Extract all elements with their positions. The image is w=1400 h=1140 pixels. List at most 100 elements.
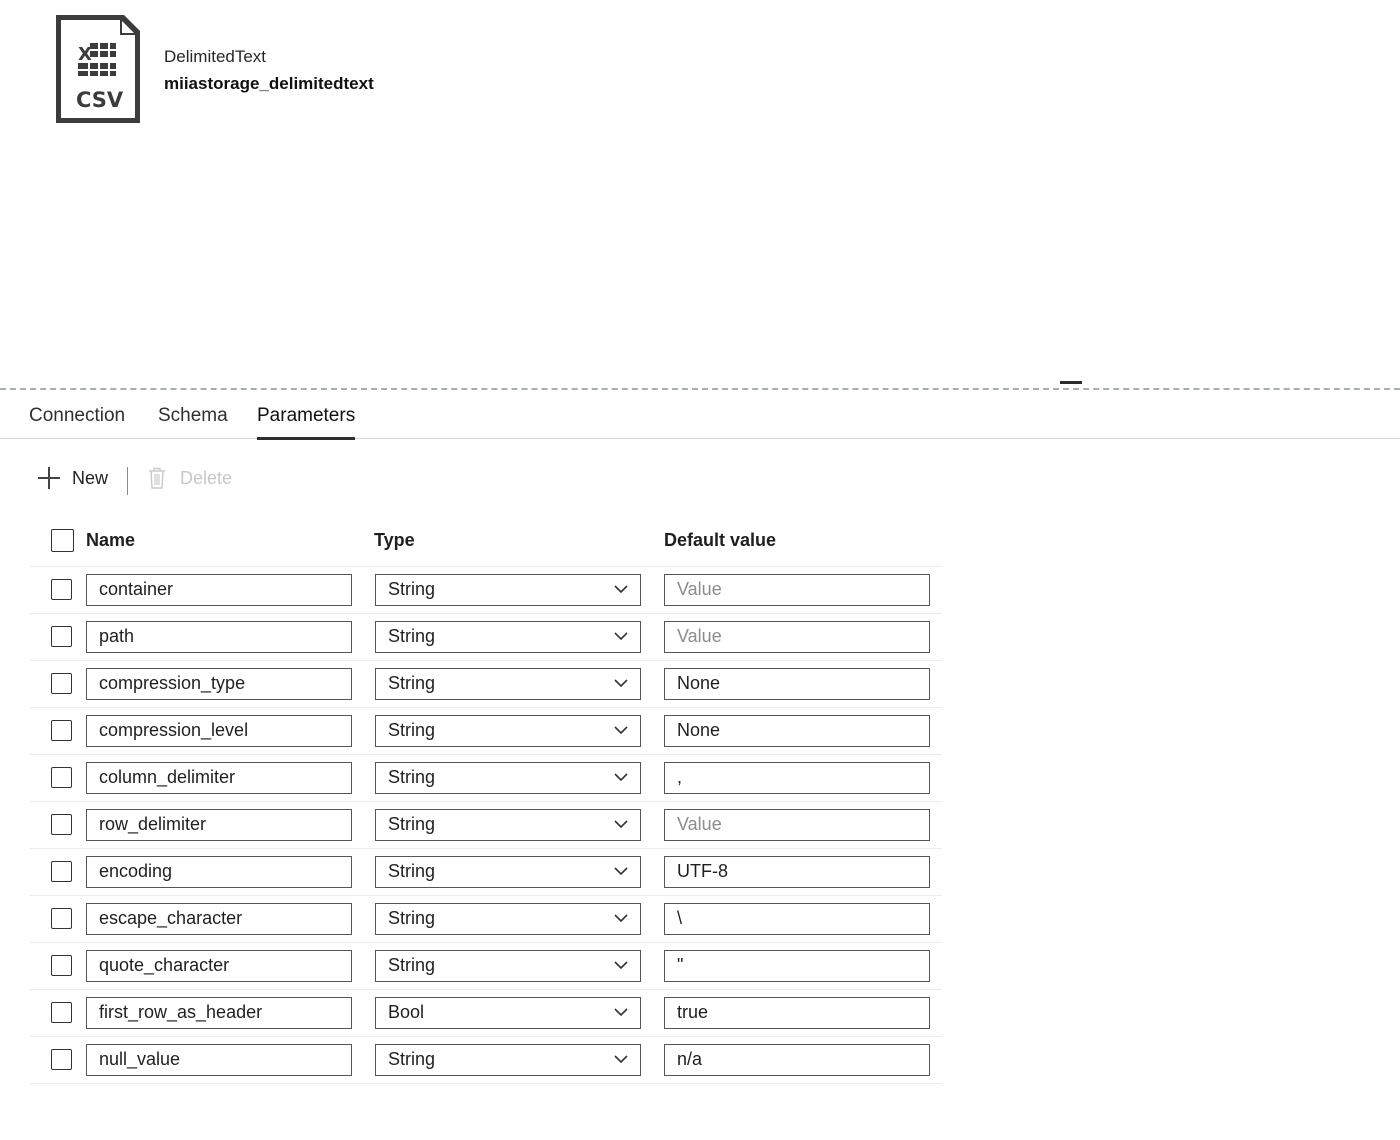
table-row: quote_character String " [30,943,942,990]
chevron-down-icon [614,632,628,641]
table-row: null_value String n/a [30,1037,942,1084]
parameter-default-input[interactable]: " [664,950,930,982]
tab-parameters[interactable]: Parameters [257,403,356,440]
tab-connection[interactable]: Connection [29,403,125,437]
parameter-name-input[interactable]: compression_type [86,668,352,700]
column-header-name: Name [86,530,136,550]
row-checkbox[interactable] [51,720,72,741]
row-checkbox[interactable] [51,1002,72,1023]
row-checkbox[interactable] [51,861,72,882]
csv-file-icon: X CSV [56,15,140,123]
dataset-editor: X CSV DelimitedText miiastorage_delimite… [0,0,1400,1140]
parameter-name-input[interactable]: escape_character [86,903,352,935]
delete-button-label: Delete [180,467,233,488]
parameter-type-select[interactable]: String [375,715,641,747]
parameter-type-select[interactable]: String [375,668,641,700]
parameter-type-select[interactable]: String [375,1044,641,1076]
parameter-default-input[interactable]: true [664,997,930,1029]
tab-schema[interactable]: Schema [158,403,228,437]
parameter-type-value: String [388,767,436,787]
chevron-down-icon [614,820,628,829]
chevron-down-icon [614,1055,628,1064]
column-header-default-value: Default value [664,530,777,550]
csv-icon-label: CSV [76,88,124,112]
parameter-name-input[interactable]: compression_level [86,715,352,747]
chevron-down-icon [614,867,628,876]
chevron-down-icon [614,914,628,923]
table-row: compression_level String None [30,708,942,755]
chevron-down-icon [614,773,628,782]
parameter-name-input[interactable]: quote_character [86,950,352,982]
panel-splitter[interactable] [0,388,1400,390]
row-checkbox[interactable] [51,1049,72,1070]
parameter-type-value: String [388,720,436,740]
table-row: column_delimiter String , [30,755,942,802]
parameter-name-input[interactable]: encoding [86,856,352,888]
row-checkbox[interactable] [51,579,72,600]
table-row: encoding String UTF-8 [30,849,942,896]
chevron-down-icon [614,961,628,970]
dataset-header: X CSV DelimitedText miiastorage_delimite… [54,13,754,128]
parameter-type-select[interactable]: String [375,621,641,653]
new-button-label: New [72,467,109,488]
splitter-grip-handle[interactable] [1060,381,1082,384]
column-header-type: Type [374,530,415,550]
new-parameter-button[interactable]: New [38,460,108,496]
parameter-default-input[interactable]: UTF-8 [664,856,930,888]
parameter-type-value: String [388,908,436,928]
delete-parameter-button[interactable]: Delete [148,460,232,496]
chevron-down-icon [614,726,628,735]
header-text: DelimitedText miiastorage_delimitedtext [164,46,374,96]
table-header: Name Type Default value [30,520,942,567]
parameter-type-select[interactable]: String [375,903,641,935]
table-row: first_row_as_header Bool true [30,990,942,1037]
table-row: compression_type String None [30,661,942,708]
chevron-down-icon [614,585,628,594]
parameter-default-input[interactable]: None [664,668,930,700]
parameter-type-value: Bool [388,1002,425,1022]
parameter-default-input[interactable]: , [664,762,930,794]
row-checkbox[interactable] [51,673,72,694]
parameter-type-select[interactable]: String [375,950,641,982]
parameter-name-input[interactable]: container [86,574,352,606]
svg-text:X: X [78,44,92,65]
parameter-type-value: String [388,955,436,975]
parameter-type-select[interactable]: String [375,809,641,841]
toolbar-divider [127,467,128,495]
row-checkbox[interactable] [51,767,72,788]
parameter-default-input[interactable]: n/a [664,1044,930,1076]
dataset-type-label: DelimitedText [164,47,267,66]
parameter-name-input[interactable]: path [86,621,352,653]
parameter-type-select[interactable]: String [375,762,641,794]
row-checkbox[interactable] [51,814,72,835]
parameter-default-input[interactable]: None [664,715,930,747]
parameter-type-value: String [388,673,436,693]
table-body: container String Value path String Value… [30,567,942,1084]
parameter-type-select[interactable]: Bool [375,997,641,1029]
select-all-checkbox[interactable] [51,529,74,552]
tab-bar: Connection Schema Parameters [0,396,1400,440]
parameters-table: Name Type Default value container String… [30,520,942,1084]
table-row: row_delimiter String Value [30,802,942,849]
parameter-type-value: String [388,1049,436,1069]
parameter-name-input[interactable]: row_delimiter [86,809,352,841]
parameter-name-input[interactable]: first_row_as_header [86,997,352,1029]
parameter-type-select[interactable]: String [375,574,641,606]
chevron-down-icon [614,1008,628,1017]
plus-icon [38,467,60,489]
dataset-name: miiastorage_delimitedtext [164,74,374,93]
table-row: path String Value [30,614,942,661]
table-row: container String Value [30,567,942,614]
row-checkbox[interactable] [51,908,72,929]
parameter-default-input[interactable]: \ [664,903,930,935]
row-checkbox[interactable] [51,626,72,647]
parameter-name-input[interactable]: column_delimiter [86,762,352,794]
row-checkbox[interactable] [51,955,72,976]
parameter-type-value: String [388,861,436,881]
parameter-default-input[interactable]: Value [664,621,930,653]
parameter-default-input[interactable]: Value [664,574,930,606]
parameter-default-input[interactable]: Value [664,809,930,841]
parameter-name-input[interactable]: null_value [86,1044,352,1076]
parameters-toolbar: New Delete [38,460,338,500]
parameter-type-select[interactable]: String [375,856,641,888]
